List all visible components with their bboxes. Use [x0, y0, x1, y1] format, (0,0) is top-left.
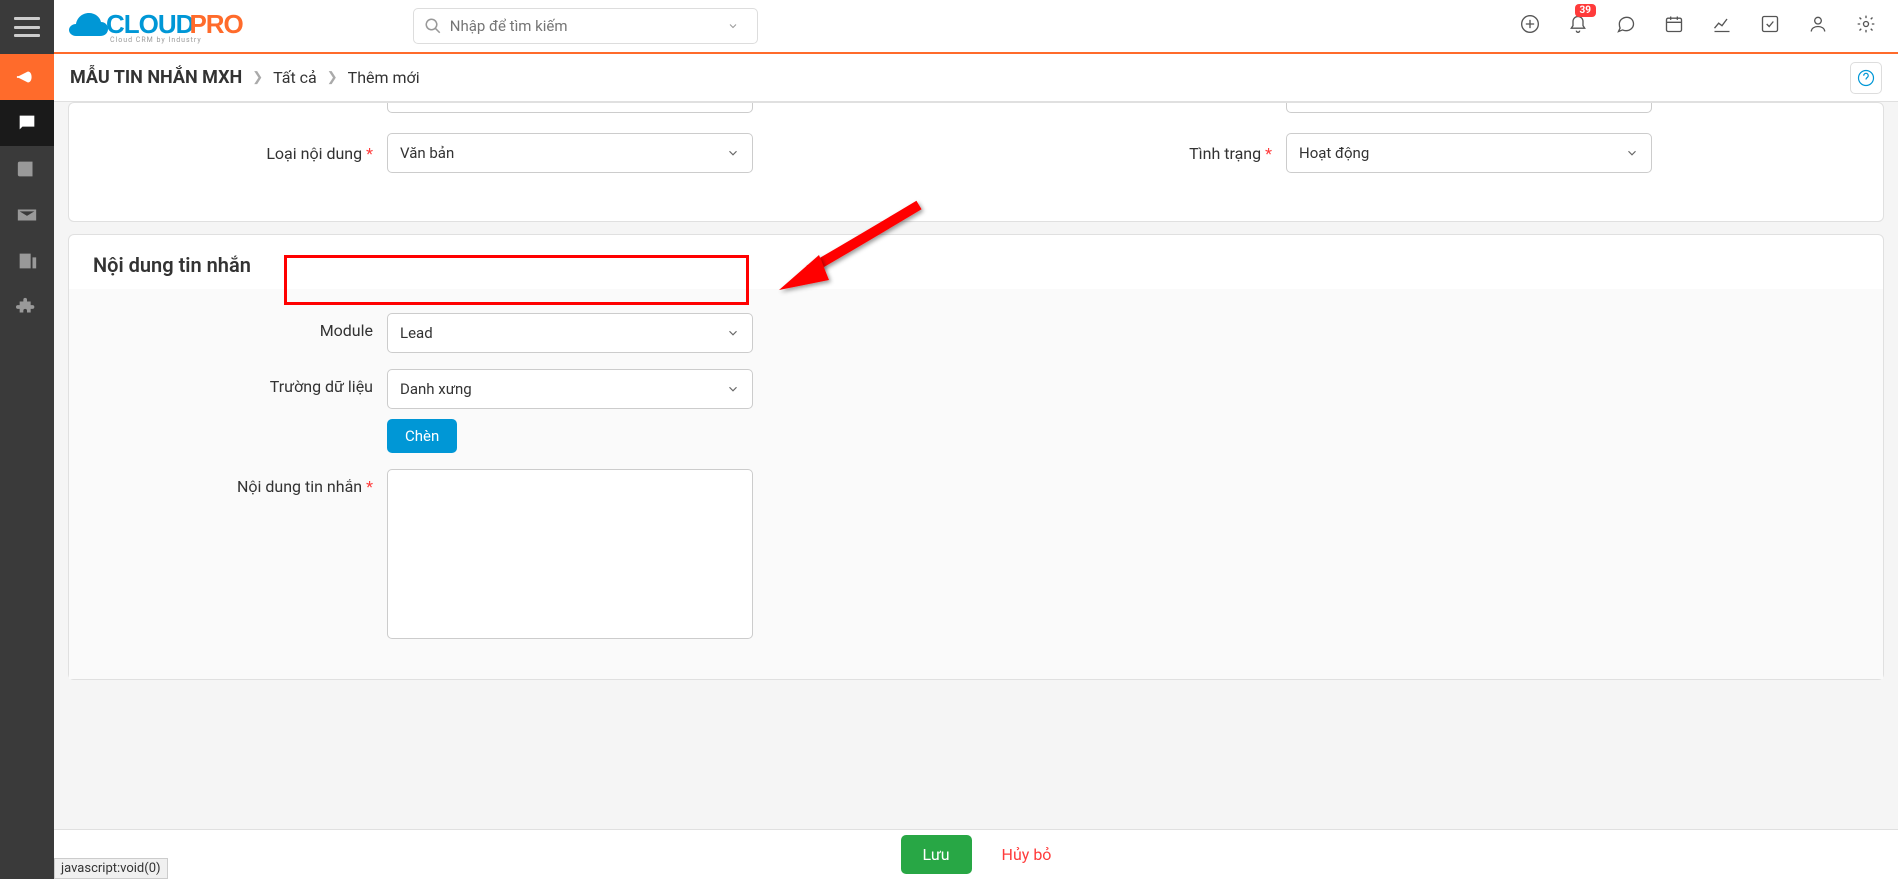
breadcrumb: MẪU TIN NHẮN MXH ❯ Tất cả ❯ Thêm mới: [70, 67, 420, 88]
top-icons: 39: [1520, 14, 1888, 38]
label-message-content: Nội dung tin nhắn*: [97, 469, 387, 496]
chevron-down-icon: [726, 326, 740, 340]
breadcrumb-all[interactable]: Tất cả: [273, 68, 317, 87]
topbar: CLOUDPRO Cloud CRM by Industry 39: [54, 0, 1898, 54]
add-button[interactable]: [1520, 14, 1540, 38]
name-input[interactable]: [Văn bản] Mẫu tin nhắn cảm ơn quý khách …: [387, 102, 753, 113]
settings-button[interactable]: [1856, 14, 1876, 38]
content-area: [Văn bản] Mẫu tin nhắn cảm ơn quý khách …: [54, 102, 1898, 829]
puzzle-icon: [16, 296, 38, 318]
module-select[interactable]: Lead: [387, 313, 753, 353]
cancel-button[interactable]: Hủy bỏ: [1002, 845, 1052, 864]
sidebar: [0, 0, 54, 879]
status-value: Hoạt động: [1299, 144, 1369, 162]
calendar-button[interactable]: [1664, 14, 1684, 38]
help-icon: [1857, 69, 1875, 87]
search-box[interactable]: [413, 8, 758, 44]
chat-bubble-icon: [1616, 14, 1636, 34]
field-value: Danh xưng: [400, 380, 472, 398]
breadcrumb-title[interactable]: MẪU TIN NHẮN MXH: [70, 67, 242, 88]
user-icon: [1808, 14, 1828, 34]
content-type-select[interactable]: Văn bản: [387, 133, 753, 173]
cloud-icon: [66, 8, 110, 44]
news-icon: [16, 250, 38, 272]
search-input[interactable]: [450, 17, 727, 35]
chat-icon: [16, 112, 38, 134]
save-button[interactable]: Lưu: [901, 835, 972, 874]
card-title-message: Nội dung tin nhắn: [69, 235, 1883, 289]
tasks-button[interactable]: [1760, 14, 1780, 38]
analytics-button[interactable]: [1712, 14, 1732, 38]
sidebar-item-extension[interactable]: [0, 284, 54, 330]
breadcrumb-new: Thêm mới: [348, 68, 420, 87]
statusbar: javascript:void(0): [54, 858, 168, 879]
messages-button[interactable]: [1616, 14, 1636, 38]
message-textarea[interactable]: [387, 469, 753, 639]
module-value: Lead: [400, 324, 433, 342]
breadcrumb-bar: MẪU TIN NHẮN MXH ❯ Tất cả ❯ Thêm mới: [54, 54, 1898, 102]
chevron-down-icon: [726, 146, 740, 160]
chevron-down-icon: [727, 20, 739, 32]
mail-icon: [16, 204, 38, 226]
bell-icon: [1568, 14, 1588, 34]
help-button[interactable]: [1850, 62, 1882, 94]
sidebar-item-book[interactable]: [0, 146, 54, 192]
chart-icon: [1712, 14, 1732, 34]
logo-text-pro: PRO: [189, 9, 242, 39]
bottom-action-bar: Lưu Hủy bỏ: [54, 829, 1898, 879]
channel-select[interactable]: Zalo: [1286, 102, 1652, 113]
book-icon: [16, 158, 38, 180]
logo-text-cloud: CLOUD: [106, 9, 193, 39]
user-button[interactable]: [1808, 14, 1828, 38]
label-status: Tình trạng*: [996, 144, 1286, 163]
chevron-right-icon: ❯: [252, 70, 263, 85]
gear-icon: [1856, 14, 1876, 34]
logo[interactable]: CLOUDPRO Cloud CRM by Industry: [66, 8, 243, 44]
label-content-type: Loại nội dung*: [97, 144, 387, 163]
hamburger-icon: [14, 17, 40, 37]
notifications-button[interactable]: 39: [1568, 14, 1588, 38]
menu-toggle-button[interactable]: [0, 0, 54, 54]
megaphone-icon: [16, 66, 38, 88]
plus-circle-icon: [1520, 14, 1540, 34]
notification-badge: 39: [1575, 4, 1596, 17]
search-icon: [424, 17, 442, 35]
content-type-value: Văn bản: [400, 144, 454, 162]
sidebar-item-chat[interactable]: [0, 100, 54, 146]
sidebar-item-mail[interactable]: [0, 192, 54, 238]
status-select[interactable]: Hoạt động: [1286, 133, 1652, 173]
card-basic-info: [Văn bản] Mẫu tin nhắn cảm ơn quý khách …: [68, 102, 1884, 222]
chevron-down-icon: [726, 382, 740, 396]
checkbox-icon: [1760, 14, 1780, 34]
chevron-down-icon: [1625, 146, 1639, 160]
insert-button[interactable]: Chèn: [387, 419, 457, 453]
label-module: Module: [97, 313, 387, 340]
card-message-content: Nội dung tin nhắn Module Lead: [68, 234, 1884, 680]
sidebar-item-campaign[interactable]: [0, 54, 54, 100]
label-field: Trường dữ liệu: [97, 369, 387, 396]
sidebar-item-news[interactable]: [0, 238, 54, 284]
calendar-icon: [1664, 14, 1684, 34]
field-select[interactable]: Danh xưng: [387, 369, 753, 409]
chevron-right-icon: ❯: [327, 70, 338, 85]
